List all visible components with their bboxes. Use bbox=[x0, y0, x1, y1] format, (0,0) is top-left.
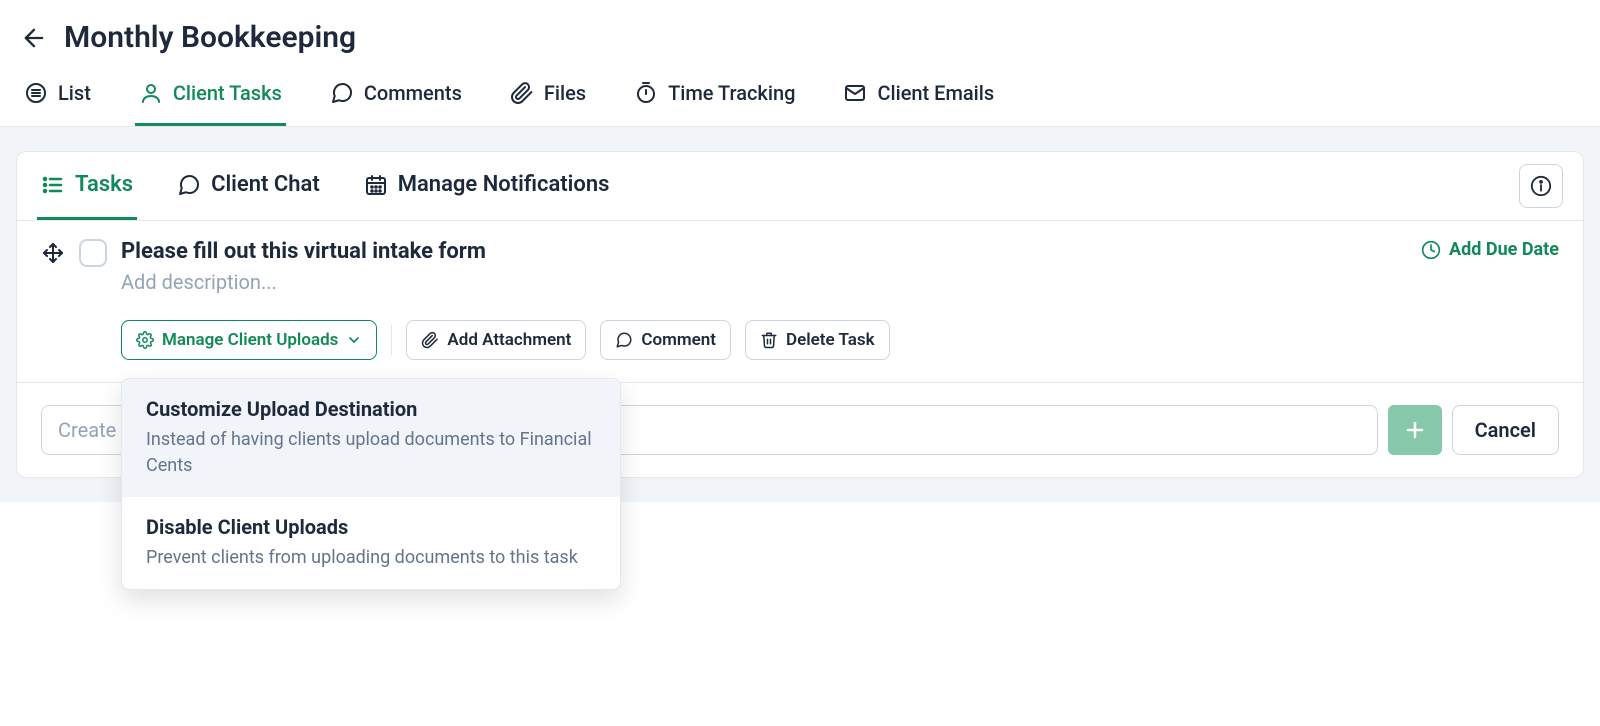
clock-icon bbox=[1421, 240, 1441, 260]
manage-uploads-dropdown: Customize Upload Destination Instead of … bbox=[121, 378, 621, 590]
due-date-label: Add Due Date bbox=[1449, 239, 1559, 260]
tab-label: Client Tasks bbox=[173, 81, 282, 105]
subtab-label: Manage Notifications bbox=[398, 172, 610, 197]
add-task-button[interactable] bbox=[1388, 405, 1442, 455]
dropdown-item-subtitle: Instead of having clients upload documen… bbox=[146, 427, 596, 479]
tab-list[interactable]: List bbox=[20, 65, 95, 126]
comment-icon bbox=[615, 331, 633, 349]
task-button-row: Manage Client Uploads Add Attachment bbox=[121, 320, 1407, 360]
task-row: Please fill out this virtual intake form… bbox=[41, 239, 1559, 360]
tab-label: Files bbox=[544, 81, 586, 105]
button-label: Add Attachment bbox=[447, 330, 571, 350]
button-label: Cancel bbox=[1475, 418, 1536, 442]
comment-button[interactable]: Comment bbox=[600, 320, 731, 360]
tab-label: Time Tracking bbox=[668, 81, 795, 105]
subtab-label: Client Chat bbox=[211, 172, 320, 197]
paperclip-icon bbox=[421, 331, 439, 349]
top-tabs: List Client Tasks Comments Files Time Tr… bbox=[0, 65, 1600, 127]
delete-task-button[interactable]: Delete Task bbox=[745, 320, 890, 360]
separator bbox=[391, 325, 392, 355]
trash-icon bbox=[760, 331, 778, 349]
stopwatch-icon bbox=[634, 81, 658, 105]
sub-tabs: Tasks Client Chat Manage Notifications bbox=[37, 152, 613, 220]
subtab-label: Tasks bbox=[75, 172, 133, 197]
back-arrow-icon[interactable] bbox=[20, 24, 48, 52]
tab-label: Client Emails bbox=[877, 81, 994, 105]
dropdown-item-disable-uploads[interactable]: Disable Client Uploads Prevent clients f… bbox=[122, 497, 620, 589]
comment-icon bbox=[330, 81, 354, 105]
button-label: Manage Client Uploads bbox=[162, 330, 338, 350]
subtab-tasks[interactable]: Tasks bbox=[37, 152, 137, 220]
subtab-client-chat[interactable]: Client Chat bbox=[173, 152, 324, 220]
drag-handle-icon[interactable] bbox=[41, 241, 65, 265]
tab-label: Comments bbox=[364, 81, 462, 105]
task-checkbox[interactable] bbox=[79, 239, 107, 267]
task-main: Please fill out this virtual intake form… bbox=[121, 239, 1407, 360]
paperclip-icon bbox=[510, 81, 534, 105]
dropdown-item-title: Disable Client Uploads bbox=[146, 515, 596, 539]
tasks-panel: Tasks Client Chat Manage Notifications bbox=[16, 151, 1584, 478]
chat-icon bbox=[177, 173, 201, 197]
page-title: Monthly Bookkeeping bbox=[64, 20, 356, 55]
add-due-date-button[interactable]: Add Due Date bbox=[1421, 239, 1559, 260]
page-header: Monthly Bookkeeping bbox=[0, 0, 1600, 65]
task-title: Please fill out this virtual intake form bbox=[121, 239, 1407, 264]
dropdown-item-customize-destination[interactable]: Customize Upload Destination Instead of … bbox=[122, 379, 620, 497]
panel-header: Tasks Client Chat Manage Notifications bbox=[17, 152, 1583, 221]
tab-comments[interactable]: Comments bbox=[326, 65, 466, 126]
manage-client-uploads-button[interactable]: Manage Client Uploads bbox=[121, 320, 377, 360]
page-body: Tasks Client Chat Manage Notifications bbox=[0, 127, 1600, 502]
subtab-manage-notifications[interactable]: Manage Notifications bbox=[360, 152, 614, 220]
tab-time-tracking[interactable]: Time Tracking bbox=[630, 65, 799, 126]
tab-client-emails[interactable]: Client Emails bbox=[839, 65, 998, 126]
tab-label: List bbox=[58, 81, 91, 105]
user-icon bbox=[139, 81, 163, 105]
tab-files[interactable]: Files bbox=[506, 65, 590, 126]
list-bullets-icon bbox=[41, 173, 65, 197]
gear-icon bbox=[136, 331, 154, 349]
mail-icon bbox=[843, 81, 867, 105]
button-label: Delete Task bbox=[786, 330, 875, 350]
dropdown-item-subtitle: Prevent clients from uploading documents… bbox=[146, 545, 596, 571]
add-attachment-button[interactable]: Add Attachment bbox=[406, 320, 586, 360]
calendar-icon bbox=[364, 173, 388, 197]
list-icon bbox=[24, 81, 48, 105]
button-label: Comment bbox=[641, 330, 716, 350]
info-button[interactable] bbox=[1519, 164, 1563, 208]
task-area: Please fill out this virtual intake form… bbox=[17, 221, 1583, 360]
dropdown-item-title: Customize Upload Destination bbox=[146, 397, 596, 421]
chevron-down-icon bbox=[346, 332, 362, 348]
task-description-placeholder[interactable]: Add description... bbox=[121, 270, 1407, 294]
plus-icon bbox=[1403, 418, 1427, 442]
tab-client-tasks[interactable]: Client Tasks bbox=[135, 65, 286, 126]
cancel-button[interactable]: Cancel bbox=[1452, 405, 1559, 455]
